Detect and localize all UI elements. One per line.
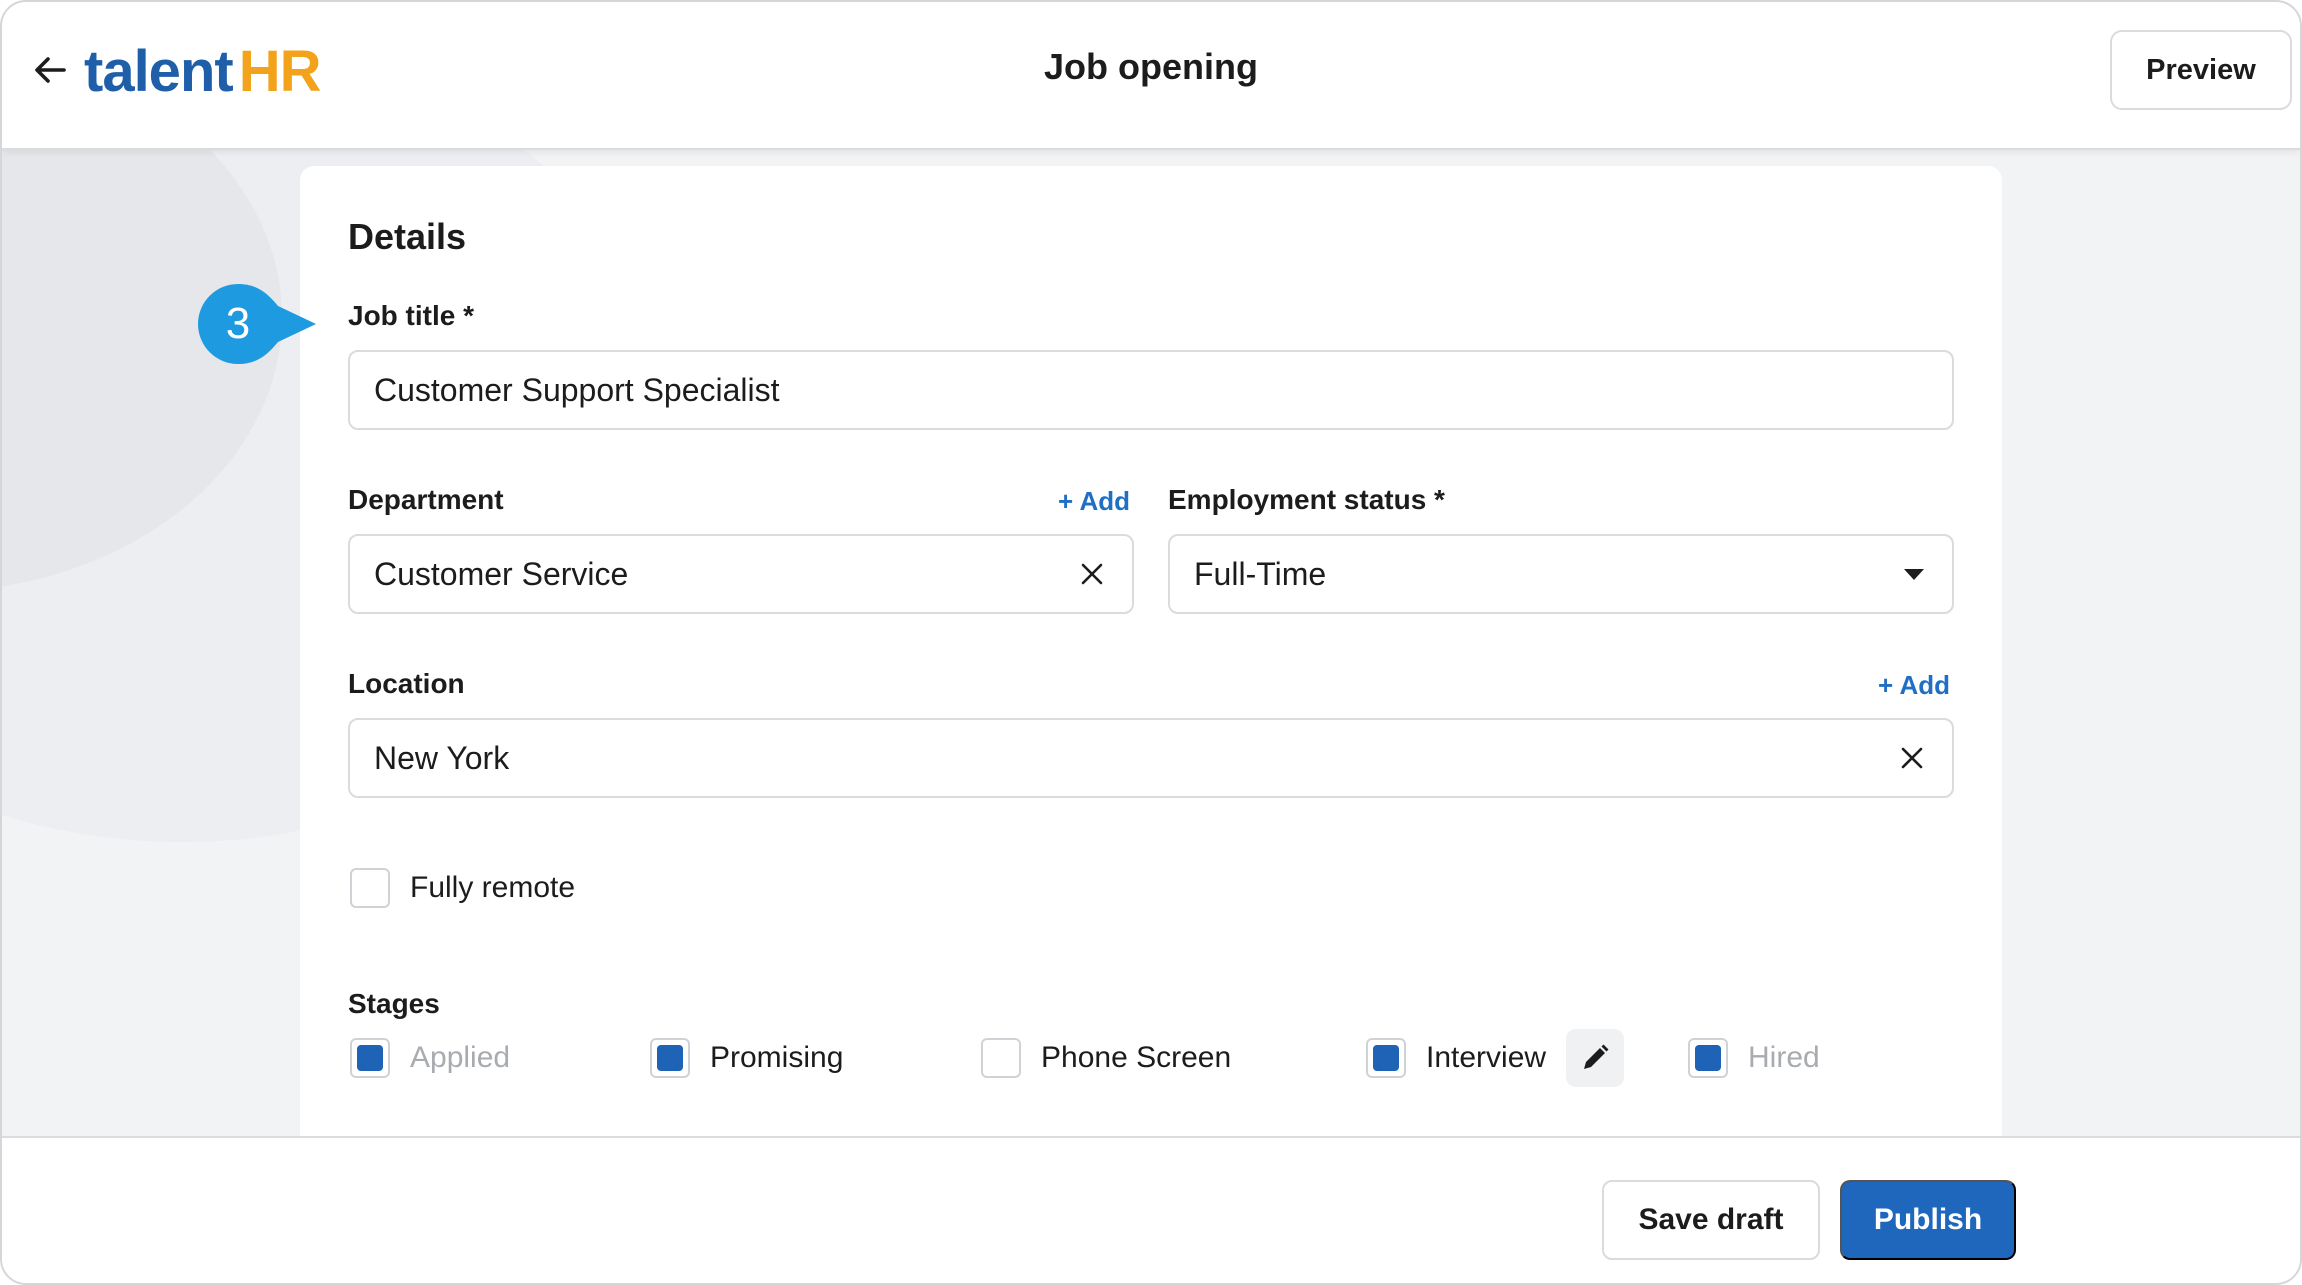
department-value: Customer Service	[374, 555, 629, 592]
department-select[interactable]: Customer Service	[348, 534, 1134, 614]
fully-remote-option[interactable]: Fully remote	[350, 868, 575, 908]
stage-interview[interactable]: Interview	[1366, 1029, 1625, 1087]
location-select[interactable]: New York	[348, 718, 1954, 798]
stage-label: Applied	[410, 1041, 511, 1074]
stage-promising[interactable]: Promising	[650, 1038, 843, 1078]
stage-hired[interactable]: Hired	[1688, 1038, 1820, 1078]
stage-phone-screen[interactable]: Phone Screen	[981, 1038, 1231, 1078]
stage-checkbox[interactable]	[1366, 1038, 1406, 1078]
location-value: New York	[374, 739, 510, 776]
top-bar: talent HR Job opening Preview	[2, 2, 2300, 150]
publish-button[interactable]: Publish	[1840, 1180, 2016, 1260]
stage-checkbox[interactable]	[650, 1038, 690, 1078]
stage-label: Hired	[1748, 1041, 1820, 1074]
department-add-link[interactable]: + Add	[1058, 486, 1130, 517]
step-marker: 3	[198, 284, 318, 364]
job-title-input[interactable]: Customer Support Specialist	[348, 350, 1954, 430]
save-draft-button[interactable]: Save draft	[1602, 1180, 1820, 1260]
department-label: Department	[348, 484, 504, 515]
caret-down-icon[interactable]	[1892, 552, 1936, 596]
location-label: Location	[348, 668, 465, 699]
section-title-details: Details	[348, 216, 467, 257]
fully-remote-label: Fully remote	[410, 871, 576, 904]
employment-status-label: Employment status *	[1168, 484, 1445, 515]
footer-bar: Save draft Publish	[2, 1136, 2300, 1283]
stage-label: Phone Screen	[1041, 1041, 1232, 1074]
stage-label: Interview	[1426, 1041, 1547, 1074]
page-title: Job opening	[1044, 46, 1258, 87]
stage-applied[interactable]: Applied	[350, 1038, 510, 1078]
employment-status-value: Full-Time	[1194, 555, 1327, 592]
job-title-label: Job title *	[348, 300, 475, 331]
fully-remote-checkbox[interactable]	[350, 868, 390, 908]
stage-checkbox[interactable]	[350, 1038, 390, 1078]
employment-status-select[interactable]: Full-Time	[1168, 534, 1954, 614]
preview-button[interactable]: Preview	[2110, 30, 2292, 110]
pencil-icon	[1584, 1044, 1609, 1069]
edit-stage-button[interactable]	[1566, 1029, 1625, 1087]
location-add-link[interactable]: + Add	[1878, 670, 1950, 701]
stage-checkbox[interactable]	[981, 1038, 1021, 1078]
stage-checkbox[interactable]	[1688, 1038, 1728, 1078]
stage-label: Promising	[710, 1041, 844, 1074]
details-card: Details Job title * Customer Support Spe…	[300, 166, 2002, 1166]
stages-label: Stages	[348, 988, 440, 1019]
clear-icon[interactable]	[1070, 552, 1114, 596]
job-title-value: Customer Support Specialist	[374, 371, 780, 408]
step-number: 3	[225, 299, 251, 348]
app-window: talent HR Job opening Preview 3 Details …	[0, 0, 2302, 1285]
clear-icon[interactable]	[1890, 736, 1934, 780]
